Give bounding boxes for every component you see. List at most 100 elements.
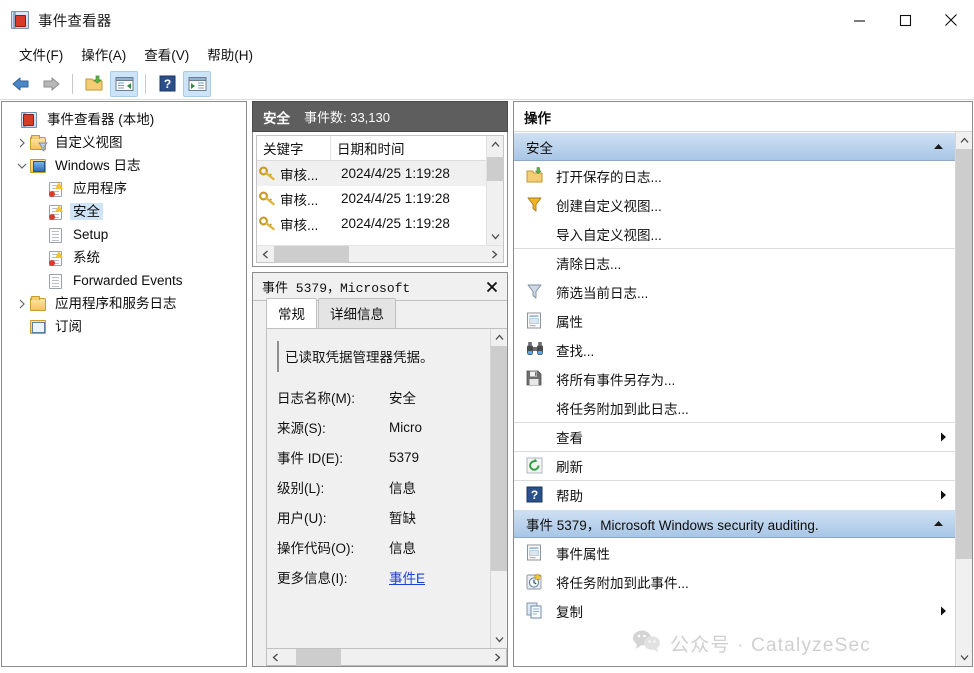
event-detail-vertical-scrollbar[interactable] [490,329,507,648]
tree-node-system[interactable]: 系统 [2,246,246,269]
scroll-down-arrow-icon[interactable] [956,649,973,666]
scroll-down-arrow-icon[interactable] [487,228,504,245]
field-label: 更多信息(I): [277,571,348,586]
tab-general[interactable]: 常规 [266,298,317,328]
scrollbar-thumb[interactable] [296,648,341,666]
col-datetime[interactable]: 日期和时间 [331,136,486,160]
scrollbar-thumb[interactable] [274,245,349,263]
tree-node-event-viewer-root[interactable]: 事件查看器 (本地) [2,108,246,131]
folder-icon [29,295,47,312]
event-list-vertical-scrollbar[interactable] [486,136,504,245]
event-detail-tabs: 常规 详细信息 [253,298,507,328]
log-warn-icon [47,181,65,197]
collapse-caret-icon[interactable] [931,143,945,150]
table-row[interactable]: 审核... 2024/4/25 1:19:28 [257,186,486,211]
event-log-online-help-link[interactable]: 事件E [389,567,490,587]
log-warn-icon [47,204,65,220]
tree-node-custom-views[interactable]: 自定义视图 [2,131,246,154]
field-label: 日志名称(M): [277,391,355,406]
action-label: 将所有事件另存为... [556,372,676,388]
scrollbar-track[interactable] [955,149,972,649]
event-viewer-icon [21,111,39,128]
action-create-custom-view[interactable]: 创建自定义视图... [514,190,955,219]
action-save-all-events-as[interactable]: 将所有事件另存为... [514,364,955,393]
tree-node-application[interactable]: 应用程序 [2,177,246,200]
chevron-down-icon[interactable] [14,162,29,170]
log-name-label: 安全 [263,110,290,126]
scroll-up-arrow-icon[interactable] [491,329,508,346]
scrollbar-thumb[interactable] [486,157,504,181]
action-clear-log[interactable]: 清除日志... [514,248,955,277]
scroll-left-arrow-icon[interactable] [257,246,274,263]
tree-node-setup[interactable]: Setup [2,223,246,246]
scroll-left-arrow-icon[interactable] [267,649,284,666]
action-event-properties[interactable]: 事件属性 [514,538,955,567]
collapse-caret-icon[interactable] [931,520,945,527]
action-help[interactable]: ? 帮助 [514,480,955,509]
menu-file[interactable]: 文件(F) [10,41,72,67]
col-keywords[interactable]: 关键字 [257,136,331,160]
field-opcode: 操作代码(O): 信息 [277,532,490,562]
event-detail-horizontal-scrollbar[interactable] [266,648,507,666]
action-import-custom-view[interactable]: 导入自定义视图... [514,219,955,248]
scrollbar-thumb[interactable] [955,149,972,559]
scroll-down-arrow-icon[interactable] [491,631,508,648]
help-icon[interactable]: ? [153,71,181,97]
close-button[interactable] [928,0,974,40]
menu-bar: 文件(F) 操作(A) 查看(V) 帮助(H) [0,40,974,68]
field-source: 来源(S): Micro [277,412,490,442]
scrollbar-track[interactable] [486,153,504,228]
action-view[interactable]: 查看 [514,422,955,451]
chevron-right-icon[interactable] [14,299,29,309]
toolbar-separator-2 [145,73,146,94]
scroll-up-arrow-icon[interactable] [487,136,504,153]
no-icon [526,428,548,446]
table-row[interactable]: 审核... 2024/4/25 1:19:28 [257,161,486,186]
menu-view[interactable]: 查看(V) [135,41,198,67]
menu-action[interactable]: 操作(A) [72,41,135,67]
actions-pane-vertical-scrollbar[interactable] [955,132,972,666]
action-copy[interactable]: 复制 [514,596,955,625]
action-group-event-header[interactable]: 事件 5379，Microsoft Windows security audit… [514,509,955,538]
action-group-security-header[interactable]: 安全 [514,132,955,161]
tree-node-security[interactable]: 安全 [2,200,246,223]
event-list-pane: 安全 事件数: 33,130 关键字 日期和时间 审核... 2024/4/25… [252,101,508,667]
tab-details[interactable]: 详细信息 [318,298,396,328]
action-find[interactable]: 查找... [514,335,955,364]
maximize-button[interactable] [882,0,928,40]
action-filter-current-log[interactable]: 筛选当前日志... [514,277,955,306]
scrollbar-track[interactable] [284,648,489,666]
scrollbar-track[interactable] [490,346,507,631]
show-action-pane-icon[interactable] [183,70,211,97]
cell-datetime: 2024/4/25 1:19:28 [341,216,450,231]
show-tree-pane-icon[interactable] [110,70,138,97]
scroll-right-arrow-icon[interactable] [489,649,506,666]
binoculars-icon [526,341,548,359]
back-arrow-icon[interactable] [7,71,35,97]
table-row[interactable]: 审核... 2024/4/25 1:19:28 [257,211,486,236]
tree-node-subscriptions[interactable]: 订阅 [2,315,246,338]
open-folder-icon[interactable] [80,71,108,97]
tree-node-windows-logs[interactable]: Windows 日志 [2,154,246,177]
tree-node-label: 系统 [73,249,100,265]
event-detail-scroll-area: 已读取凭据管理器凭据。 日志名称(M): 安全 来源(S): Micro 事件 … [267,329,490,648]
menu-help[interactable]: 帮助(H) [198,41,262,67]
scroll-right-arrow-icon[interactable] [486,246,503,263]
tree-node-applications-and-services-logs[interactable]: 应用程序和服务日志 [2,292,246,315]
scroll-up-arrow-icon[interactable] [956,132,973,149]
action-attach-task-to-event[interactable]: 将任务附加到此事件... [514,567,955,596]
chevron-right-icon[interactable] [14,138,29,148]
action-attach-task-to-log[interactable]: 将任务附加到此日志... [514,393,955,422]
forward-arrow-icon[interactable] [37,71,65,97]
minimize-button[interactable] [836,0,882,40]
action-properties[interactable]: 属性 [514,306,955,335]
action-open-saved-log[interactable]: 打开保存的日志... [514,161,955,190]
action-refresh[interactable]: 刷新 [514,451,955,480]
tree-node-forwarded-events[interactable]: Forwarded Events [2,269,246,292]
event-list-header: 安全 事件数: 33,130 [252,101,508,132]
field-label: 用户(U): [277,511,327,526]
scrollbar-thumb[interactable] [490,346,507,571]
close-icon[interactable] [483,278,501,296]
event-list-horizontal-scrollbar[interactable] [257,245,503,263]
scrollbar-track[interactable] [274,245,486,263]
